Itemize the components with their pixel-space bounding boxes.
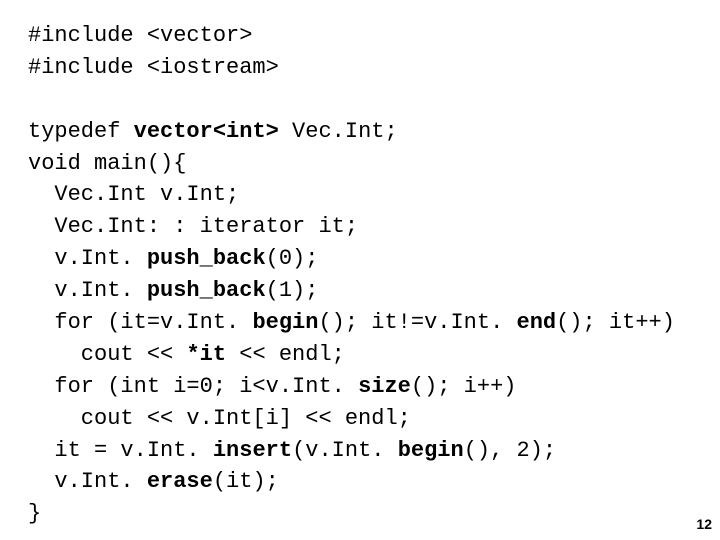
code-line: Vec.Int: : iterator it;	[28, 214, 358, 239]
code-line: }	[28, 501, 41, 526]
code-line: v.Int.	[28, 469, 147, 494]
code-line: (); it++)	[556, 310, 675, 335]
code-line: (), 2);	[464, 438, 556, 463]
code-bold: begin	[398, 438, 464, 463]
code-bold: push_back	[147, 246, 266, 271]
code-line: cout <<	[28, 342, 186, 367]
page-number: 12	[696, 514, 712, 534]
code-bold: erase	[147, 469, 213, 494]
code-line: Vec.Int;	[279, 119, 398, 144]
code-bold: end	[517, 310, 557, 335]
code-line: for (int i=0; i<v.Int.	[28, 374, 358, 399]
code-line: cout << v.Int[i] << endl;	[28, 406, 411, 431]
code-line: (0);	[266, 246, 319, 271]
code-line: (1);	[266, 278, 319, 303]
code-bold: push_back	[147, 278, 266, 303]
code-line: v.Int.	[28, 278, 147, 303]
code-bold: size	[358, 374, 411, 399]
code-bold: *it	[186, 342, 226, 367]
code-line: typedef	[28, 119, 134, 144]
code-line: for (it=v.Int.	[28, 310, 252, 335]
code-line: Vec.Int v.Int;	[28, 182, 239, 207]
code-line: it = v.Int.	[28, 438, 213, 463]
code-bold: insert	[213, 438, 292, 463]
code-line: (); it!=v.Int.	[318, 310, 516, 335]
code-line: void main(){	[28, 151, 186, 176]
code-line: #include <vector>	[28, 23, 252, 48]
code-block: #include <vector> #include <iostream> ty…	[0, 0, 720, 530]
code-line: v.Int.	[28, 246, 147, 271]
code-line: #include <iostream>	[28, 55, 279, 80]
code-bold: begin	[252, 310, 318, 335]
code-line: (it);	[213, 469, 279, 494]
code-line: << endl;	[226, 342, 345, 367]
code-line: (v.Int.	[292, 438, 398, 463]
code-line: (); i++)	[411, 374, 517, 399]
code-bold: vector<int>	[134, 119, 279, 144]
